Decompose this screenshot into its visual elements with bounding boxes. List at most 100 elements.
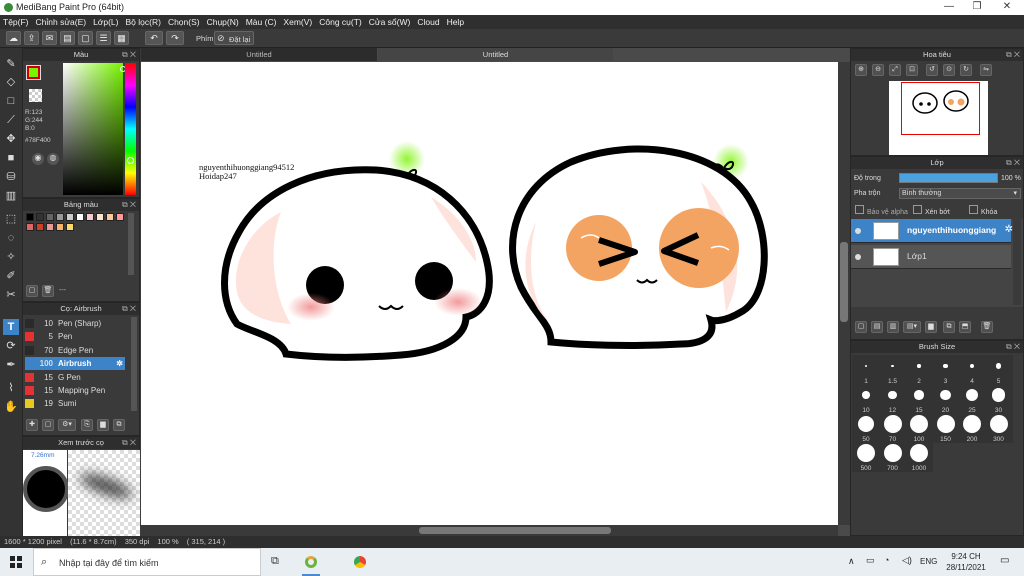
menu-edit[interactable]: Chỉnh sửa(E) <box>36 15 87 29</box>
swatch-color[interactable] <box>36 213 44 221</box>
brush-tool-icon[interactable]: ✎ <box>3 56 19 72</box>
brush-size-option[interactable]: 2 <box>905 355 933 385</box>
operation-tool-icon[interactable]: ⟳ <box>3 338 19 354</box>
brush-size-option[interactable]: 4 <box>958 355 986 385</box>
maximize-button[interactable]: ❐ <box>962 1 992 12</box>
panel-close-icon[interactable]: ⧉ ✕ <box>122 437 136 449</box>
menu-tools[interactable]: Công cụ(T) <box>319 15 362 29</box>
grid-icon[interactable]: ▦ <box>114 31 129 45</box>
brush-size-option[interactable]: 1 <box>852 355 880 385</box>
swatch-color[interactable] <box>66 213 74 221</box>
brush-item[interactable]: 15 Mapping Pen <box>25 384 125 397</box>
brush-copy-icon[interactable]: ⎘ <box>81 419 93 431</box>
brush-item[interactable]: 70 Edge Pen <box>25 344 125 357</box>
select-eraser-tool-icon[interactable]: ✂ <box>3 287 19 303</box>
clock[interactable]: 9:24 CH 28/11/2021 <box>944 551 988 573</box>
brush-size-option[interactable]: 100 <box>905 413 933 443</box>
brush-item[interactable]: 100 Airbrush ✲ <box>25 357 125 371</box>
dot-tool-icon[interactable]: ⟋ <box>3 112 19 128</box>
brush-size-option[interactable]: 15 <box>905 384 933 414</box>
palette-icon[interactable]: ◉ <box>32 153 44 165</box>
task-view-icon[interactable]: ⧉ <box>271 555 279 568</box>
brush-size-option[interactable]: 1000 <box>905 442 933 472</box>
menu-help[interactable]: Help <box>447 15 464 29</box>
new-page-icon[interactable]: ▢ <box>26 285 38 297</box>
brush-size-option[interactable]: 200 <box>958 413 986 443</box>
visibility-icon[interactable] <box>855 228 861 234</box>
medibang-taskbar-icon[interactable] <box>305 556 317 568</box>
swatch-color[interactable] <box>86 213 94 221</box>
move-tool-icon[interactable]: ✥ <box>3 131 19 147</box>
brush-item[interactable]: 5 Pen <box>25 330 125 343</box>
tab-untitled-2[interactable]: Untitled <box>378 48 613 61</box>
vertical-scrollbar[interactable] <box>838 62 850 525</box>
opacity-slider[interactable] <box>899 173 998 183</box>
panel-close-icon[interactable]: ⧉ ✕ <box>1006 49 1020 61</box>
menu-layer[interactable]: Lớp(L) <box>93 15 118 29</box>
panel-close-icon[interactable]: ⧉ ✕ <box>122 49 136 61</box>
swatch-color[interactable] <box>106 213 114 221</box>
brush-size-option[interactable]: 20 <box>931 384 960 414</box>
notification-icon[interactable]: ▭ <box>1000 555 1009 566</box>
swatch-color[interactable] <box>56 223 64 231</box>
menu-filter[interactable]: Bộ lọc(R) <box>126 15 161 29</box>
layer-menu-icon[interactable]: ▤▾ <box>903 321 921 333</box>
swatch-color[interactable] <box>116 213 124 221</box>
windows-start-icon[interactable] <box>10 556 22 568</box>
hue-slider[interactable] <box>125 63 136 195</box>
swatch-color[interactable] <box>66 223 74 231</box>
taskbar-search[interactable]: ⌕ Nhập tại đây để tìm kiếm <box>33 548 261 576</box>
bucket-tool-icon[interactable]: ⛁ <box>3 169 19 185</box>
brush-size-option[interactable]: 1.5 <box>878 355 907 385</box>
new-layer-icon[interactable]: ▢ <box>855 321 867 333</box>
page-icon[interactable]: ▤ <box>60 31 75 45</box>
duplicate-layer-icon[interactable]: ⧉ <box>943 321 955 333</box>
brush-page-icon[interactable]: ▢ <box>42 419 54 431</box>
brush-size-option[interactable]: 10 <box>852 384 880 414</box>
delete-layer-icon[interactable]: 🗑 <box>981 321 993 333</box>
menu-color[interactable]: Màu (C) <box>246 15 277 29</box>
protect-alpha-checkbox[interactable] <box>855 205 864 214</box>
zoom-in-icon[interactable]: ⊕ <box>855 64 867 76</box>
lasso-tool-icon[interactable]: ◌ <box>3 230 19 246</box>
gradient-tool-icon[interactable]: ▥ <box>3 188 19 204</box>
brush-size-option[interactable]: 500 <box>852 442 880 472</box>
brush-scrollbar[interactable] <box>131 317 137 411</box>
menu-window[interactable]: Cửa sổ(W) <box>369 15 411 29</box>
brush-size-option[interactable]: 25 <box>958 384 986 414</box>
actual-size-icon[interactable]: ⊡ <box>906 64 918 76</box>
swatch-scrollbar[interactable] <box>128 213 134 275</box>
visibility-icon[interactable] <box>855 254 861 260</box>
new-halftone-layer-icon[interactable]: ▤ <box>871 321 883 333</box>
menu-view[interactable]: Xem(V) <box>283 15 312 29</box>
fit-icon[interactable]: ⤢ <box>889 64 901 76</box>
eyedropper-tool-icon[interactable]: ⌇ <box>3 380 19 396</box>
panel-close-icon[interactable]: ⧉ ✕ <box>122 199 136 211</box>
brush-size-option[interactable]: 30 <box>984 384 1013 414</box>
navigator-thumbnail[interactable] <box>889 81 988 155</box>
swatch-color[interactable] <box>46 223 54 231</box>
brush-settings-icon[interactable]: ⚙▾ <box>58 419 76 431</box>
menu-select[interactable]: Chọn(S) <box>168 15 200 29</box>
select-tool-icon[interactable]: ⬚ <box>3 211 19 227</box>
volume-icon[interactable]: ◁) <box>902 555 912 566</box>
swatch-color[interactable] <box>46 213 54 221</box>
layer-folder-icon[interactable]: ▆ <box>925 321 937 333</box>
menu-cloud[interactable]: Cloud <box>417 15 439 29</box>
document-canvas[interactable]: nguyenthihuonggiang94512 Hoidap247 <box>141 62 838 525</box>
brush-size-option[interactable]: 700 <box>878 442 907 472</box>
brush-size-option[interactable]: 70 <box>878 413 907 443</box>
rectangle-tool-icon[interactable]: □ <box>3 93 19 109</box>
panel-close-icon[interactable]: ⧉ ✕ <box>1006 341 1020 353</box>
layer-item[interactable]: Lớp1 <box>851 245 1011 269</box>
merge-layer-icon[interactable]: ⬒ <box>959 321 971 333</box>
swatch-color[interactable] <box>36 223 44 231</box>
rotate-right-icon[interactable]: ↻ <box>960 64 972 76</box>
cloud-icon[interactable]: ☁ <box>6 31 21 45</box>
select-pen-tool-icon[interactable]: ✐ <box>3 268 19 284</box>
undo-icon[interactable]: ↶ <box>145 31 163 45</box>
menu-file[interactable]: Tệp(F) <box>3 15 29 29</box>
panel-close-icon[interactable]: ⧉ ✕ <box>122 303 136 315</box>
primary-color-swatch[interactable] <box>26 65 41 80</box>
settings-gear-icon[interactable]: ✲ <box>116 357 123 370</box>
